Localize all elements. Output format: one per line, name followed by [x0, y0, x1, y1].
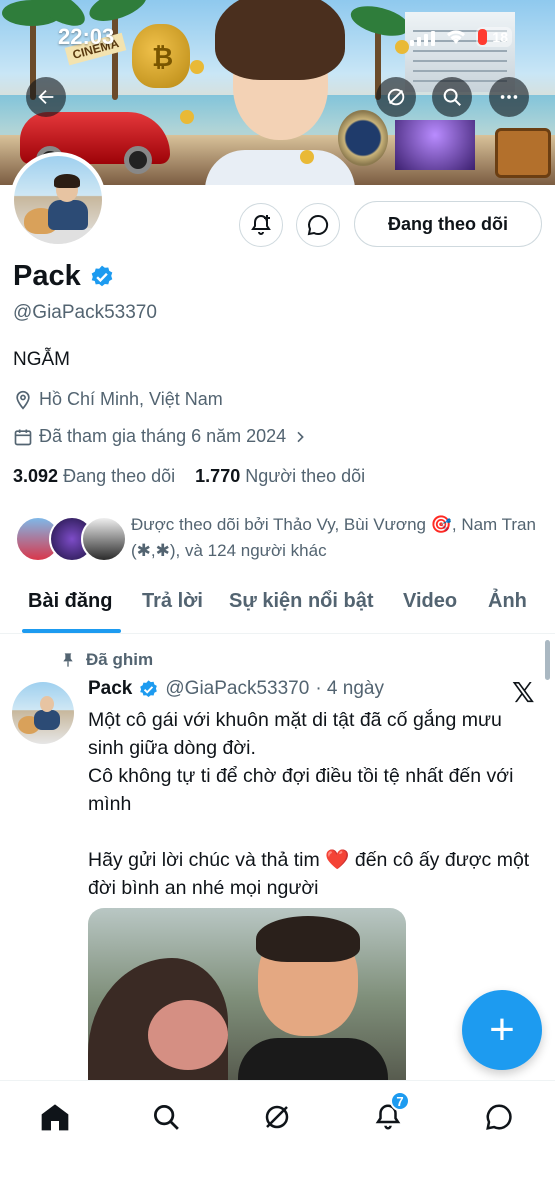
followers-count: 1.770 — [195, 466, 241, 486]
back-button[interactable] — [26, 77, 66, 117]
post-time[interactable]: · 4 ngày — [315, 678, 384, 700]
profile-avatar[interactable] — [10, 152, 106, 248]
status-bar: 22:03 18 — [0, 20, 555, 54]
nav-grok[interactable] — [257, 1097, 297, 1137]
scrollbar[interactable] — [545, 640, 550, 680]
nav-notifications[interactable]: 7 — [368, 1091, 410, 1137]
post-line: Cô không tự ti để chờ đợi điều tồi tệ nh… — [88, 765, 514, 815]
post-text[interactable]: Một cô gái với khuôn mặt di tật đã cố gắ… — [88, 706, 543, 902]
pinned-text: Đã ghim — [86, 650, 154, 669]
following-label: Đang theo dõi — [63, 466, 176, 486]
nav-messages[interactable] — [479, 1097, 519, 1137]
profile-handle: @GiaPack53370 — [13, 302, 157, 323]
grok-button[interactable] — [376, 77, 416, 117]
messages-icon — [486, 1104, 512, 1130]
tab-replies[interactable]: Trả lời — [142, 590, 203, 613]
home-icon — [41, 1104, 69, 1131]
profile-location: Hồ Chí Minh, Việt Nam — [13, 389, 223, 410]
nav-home[interactable] — [35, 1097, 75, 1137]
notification-badge: 7 — [390, 1091, 410, 1111]
bell-plus-icon — [251, 214, 271, 235]
followed-by-text: Được theo dõi bởi Thảo Vy, Bùi Vương 🎯, … — [131, 515, 536, 560]
message-button[interactable] — [296, 203, 340, 247]
location-pin-icon — [16, 390, 30, 410]
tab-photos[interactable]: Ảnh — [488, 590, 527, 613]
followers-label: Người theo dõi — [245, 466, 366, 486]
following-button[interactable]: Đang theo dõi — [354, 201, 542, 247]
profile-name: Pack — [13, 260, 81, 292]
tab-highlights[interactable]: Sự kiện nổi bật — [229, 590, 374, 613]
suitcase-icon — [495, 128, 551, 178]
concert-stage — [395, 120, 475, 170]
chevron-right-icon — [297, 431, 304, 442]
chat-bubble-icon — [307, 214, 329, 236]
post-media-image[interactable] — [88, 908, 406, 1108]
post-line: Một cô gái với khuôn mặt di tật đã cố gắ… — [88, 709, 502, 759]
followed-by-section[interactable]: Được theo dõi bởi Thảo Vy, Bùi Vương 🎯, … — [13, 512, 543, 572]
profile-joined[interactable]: Đã tham gia tháng 6 năm 2024 — [13, 426, 308, 447]
more-button[interactable] — [489, 77, 529, 117]
profile-stats: 3.092 Đang theo dõi 1.770 Người theo dõi — [13, 466, 365, 487]
compose-post-button[interactable]: + — [462, 990, 542, 1070]
search-icon — [154, 1105, 179, 1130]
grok-icon — [265, 1105, 289, 1129]
post-author-handle[interactable]: @GiaPack53370 — [165, 678, 309, 700]
bottom-navigation: 7 — [0, 1080, 555, 1200]
following-link[interactable]: 3.092 Đang theo dõi — [13, 466, 175, 486]
verified-badge-icon — [140, 679, 158, 697]
pinned-label: Đã ghim — [60, 650, 153, 670]
more-icon — [500, 95, 518, 99]
search-button[interactable] — [432, 77, 472, 117]
x-logo-icon: 𝕏 — [512, 677, 535, 708]
profile-tabs: Bài đăng Trả lời Sự kiện nổi bật Video Ả… — [0, 578, 555, 634]
nav-search[interactable] — [146, 1097, 186, 1137]
watch-icon — [338, 110, 388, 166]
notify-subscribe-button[interactable] — [239, 203, 283, 247]
battery-level: 18 — [492, 29, 508, 45]
grok-icon — [387, 88, 405, 106]
cellular-signal-icon — [410, 30, 436, 46]
post-author-avatar[interactable] — [12, 682, 74, 744]
back-arrow-icon — [38, 89, 54, 105]
location-text: Hồ Chí Minh, Việt Nam — [39, 389, 223, 409]
post-line: Hãy gửi lời chúc và thả tim ❤️ đến cô ấy… — [88, 849, 530, 899]
post-author-name[interactable]: Pack — [88, 678, 132, 700]
profile-name-row: Pack — [13, 260, 115, 293]
calendar-icon — [14, 429, 32, 445]
profile-bio: NGẪM — [13, 349, 70, 370]
verified-badge-icon[interactable] — [89, 264, 115, 290]
status-time: 22:03 — [58, 24, 115, 49]
follower-avatar — [81, 516, 127, 562]
post-line — [88, 818, 543, 846]
pin-icon — [63, 653, 73, 667]
battery-icon: 18 — [476, 27, 512, 47]
active-tab-indicator — [22, 629, 121, 633]
tab-videos[interactable]: Video — [403, 590, 457, 613]
search-icon — [443, 88, 461, 106]
tab-posts[interactable]: Bài đăng — [28, 590, 112, 613]
following-count: 3.092 — [13, 466, 59, 486]
wifi-icon — [444, 26, 468, 46]
post-header: Pack @GiaPack53370 · 4 ngày — [88, 678, 384, 700]
joined-text: Đã tham gia tháng 6 năm 2024 — [39, 426, 287, 446]
followers-link[interactable]: 1.770 Người theo dõi — [195, 466, 365, 486]
